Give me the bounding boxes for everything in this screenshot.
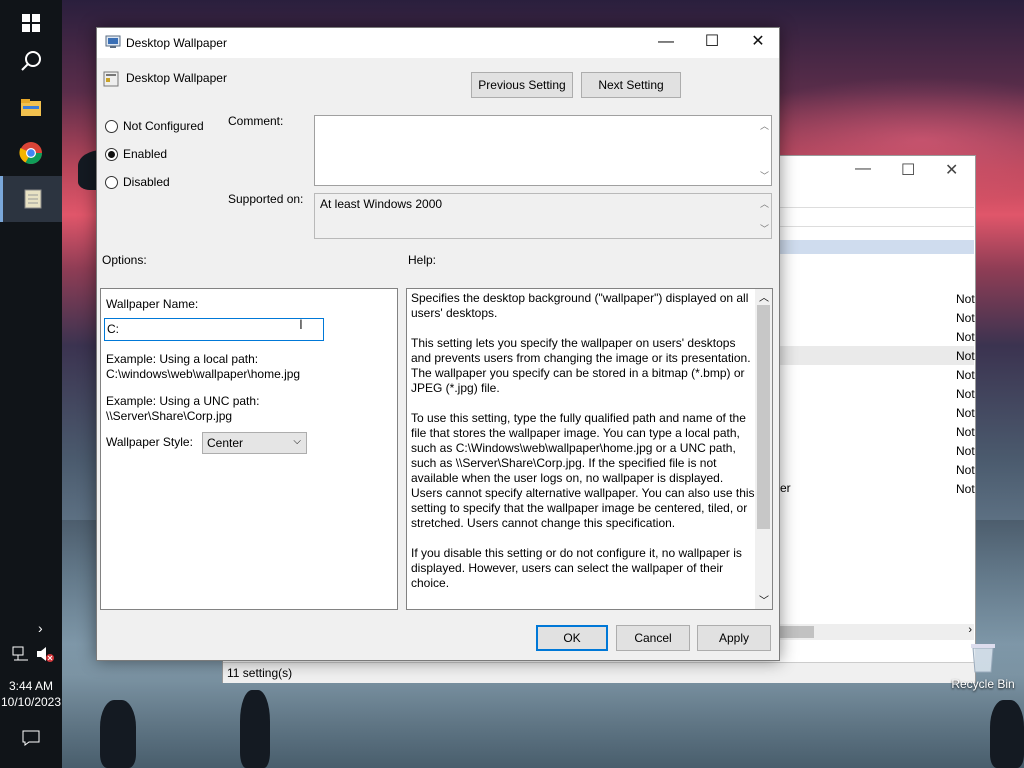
minimize-icon[interactable]: — [643, 28, 689, 58]
volume-muted-icon[interactable] [36, 646, 54, 665]
state-cell: Not [956, 425, 975, 439]
state-cell: Not [956, 330, 975, 344]
chevron-down-icon[interactable]: ﹀ [760, 169, 769, 182]
desktop-wallpaper-dialog: Desktop Wallpaper — ☐ ✕ Desktop Wallpape… [96, 27, 780, 661]
recycle-bin[interactable]: Recycle Bin [948, 640, 1018, 691]
state-cell: Not [956, 368, 975, 382]
chevron-up-icon[interactable]: ︿ [760, 119, 769, 132]
example-unc-path: \\Server\Share\Corp.jpg [106, 409, 233, 423]
help-text: Specifies the desktop background ("wallp… [411, 291, 755, 606]
options-panel: Wallpaper Name: C: I Example: Using a lo… [100, 288, 398, 610]
state-cell: Not [956, 463, 975, 477]
state-cell: Not [956, 444, 975, 458]
chrome-icon[interactable] [0, 130, 62, 176]
wallpaper-name-input[interactable]: C: [104, 318, 324, 341]
supported-on-value: At least Windows 2000 [320, 197, 443, 211]
options-label: Options: [102, 253, 147, 267]
network-icon[interactable] [12, 646, 30, 665]
chevron-down-icon[interactable]: ﹀ [759, 592, 769, 607]
state-cell: Not [956, 406, 975, 420]
background-selected-row[interactable] [778, 240, 974, 254]
comment-field[interactable]: ︿ ﹀ [314, 115, 772, 186]
close-icon[interactable]: ✕ [735, 28, 781, 58]
wallpaper-style-label: Wallpaper Style: [106, 435, 193, 449]
chevron-up-icon[interactable]: ︿ [759, 289, 769, 304]
next-setting-button[interactable]: Next Setting [581, 72, 681, 98]
cancel-button[interactable]: Cancel [616, 625, 690, 651]
previous-setting-button[interactable]: Previous Setting [471, 72, 573, 98]
state-cell: Not [956, 387, 975, 401]
radio-label: Not Configured [123, 119, 204, 133]
wallpaper-style-value: Center [207, 436, 244, 450]
policy-icon [105, 35, 121, 48]
taskbar-clock[interactable]: 3:44 AM 10/10/2023 [0, 678, 62, 710]
recycle-bin-label: Recycle Bin [951, 677, 1015, 691]
maximize-icon[interactable]: ☐ [689, 28, 735, 58]
radio-not-configured[interactable]: Not Configured [105, 119, 204, 133]
notepad-icon[interactable] [0, 176, 62, 222]
radio-label: Enabled [123, 147, 168, 161]
background-silhouette [240, 690, 270, 768]
file-explorer-icon[interactable] [0, 84, 62, 130]
comment-label: Comment: [228, 114, 284, 128]
background-toolbar-divider [778, 207, 974, 227]
help-panel[interactable]: Specifies the desktop background ("wallp… [406, 288, 773, 610]
background-silhouette [100, 700, 136, 768]
help-paragraph: If you disable this setting or do not co… [411, 546, 742, 590]
horizontal-scrollbar[interactable]: › [778, 624, 974, 640]
supported-on-label: Supported on: [228, 192, 304, 206]
radio-label: Disabled [123, 175, 170, 189]
radio-circle[interactable] [105, 175, 118, 189]
dialog-title: Desktop Wallpaper [126, 36, 227, 50]
search-icon[interactable] [0, 38, 62, 84]
state-cell: Not [956, 482, 975, 496]
help-paragraph: Specifies the desktop background ("wallp… [411, 291, 749, 320]
ok-button[interactable]: OK [536, 625, 608, 651]
chevron-up-icon[interactable]: ︿ [760, 197, 769, 210]
state-column: Not Not Not Not Not Not Not Not Not Not … [956, 290, 975, 499]
background-silhouette [990, 700, 1024, 768]
radio-enabled[interactable]: Enabled [105, 147, 167, 161]
chevron-down-icon: ⌵ [293, 436, 301, 447]
wallpaper-name-label: Wallpaper Name: [106, 297, 199, 311]
setting-icon [103, 71, 119, 87]
apply-button[interactable]: Apply [697, 625, 771, 651]
setting-name: Desktop Wallpaper [126, 71, 227, 85]
clock-date: 10/10/2023 [0, 695, 62, 709]
state-cell: Not [956, 349, 975, 363]
help-label: Help: [408, 253, 437, 267]
close-icon[interactable]: ✕ [945, 160, 958, 180]
minimize-icon[interactable]: — [855, 160, 871, 178]
state-cell: Not [956, 292, 975, 306]
chevron-down-icon[interactable]: ﹀ [760, 222, 769, 235]
taskbar: › 3:44 AM 10/10/2023 [0, 0, 62, 768]
maximize-icon[interactable]: ☐ [901, 160, 915, 180]
recycle-bin-icon [971, 644, 995, 673]
example-unc-label: Example: Using a UNC path: [106, 394, 260, 408]
radio-circle[interactable] [105, 119, 118, 133]
help-paragraph: To use this setting, type the fully qual… [411, 411, 755, 530]
text-cursor-icon: I [299, 316, 303, 332]
dialog-titlebar[interactable]: Desktop Wallpaper — ☐ ✕ [97, 28, 779, 58]
scrollbar-thumb[interactable] [757, 305, 770, 529]
notifications-icon[interactable] [22, 730, 40, 749]
radio-disabled[interactable]: Disabled [105, 175, 170, 189]
chevron-right-icon[interactable]: › [968, 624, 972, 636]
wallpaper-style-dropdown[interactable]: Center ⌵ [202, 432, 307, 454]
truncated-setting-text: er [780, 481, 791, 495]
background-highlighted-row[interactable] [778, 346, 974, 365]
status-bar: 11 setting(s) [223, 662, 975, 683]
example-local-label: Example: Using a local path: [106, 352, 259, 366]
clock-time: 3:44 AM [8, 679, 54, 693]
help-scrollbar[interactable]: ︿ ﹀ [755, 289, 772, 609]
state-cell: Not [956, 311, 975, 325]
radio-circle-selected[interactable] [105, 147, 118, 161]
help-paragraph: This setting lets you specify the wallpa… [411, 336, 751, 395]
chevron-right-icon[interactable]: › [38, 620, 43, 636]
example-local-path: C:\windows\web\wallpaper\home.jpg [106, 367, 301, 381]
supported-on-field: At least Windows 2000 ︿ ﹀ [314, 193, 772, 239]
scrollbar-thumb[interactable] [778, 626, 814, 638]
